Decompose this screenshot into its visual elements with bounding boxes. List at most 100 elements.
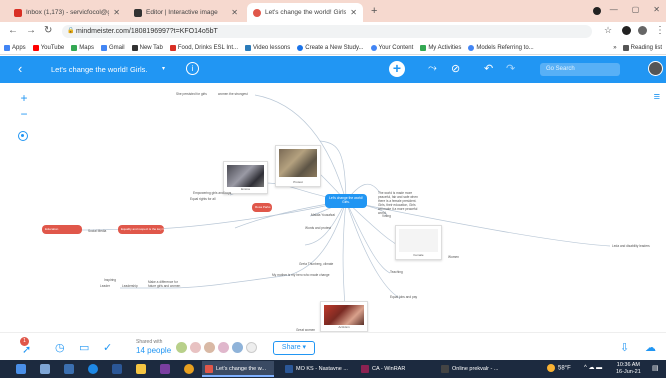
close-window-icon[interactable]: ✕ (653, 5, 660, 14)
bookmark-maps[interactable]: Maps (71, 44, 94, 51)
back-arrow-icon[interactable]: ← (8, 25, 18, 36)
taskbar-item[interactable]: Online prekvalr - ... (438, 361, 514, 377)
tab-mindmeister[interactable]: Let's change the world! Girls - Mi ✕ (247, 3, 363, 22)
bookmark-models[interactable]: Models Referring to... (468, 44, 534, 51)
highlighted-topic[interactable]: Equality and respect is the key for all … (118, 225, 164, 234)
download-icon[interactable]: ⇩ (620, 341, 629, 354)
topic-node[interactable]: Leader (100, 284, 110, 288)
shared-count[interactable]: 14 people (136, 346, 171, 355)
avatar[interactable] (638, 26, 647, 35)
tray-icons[interactable]: ^ ☁ ▬ (584, 364, 602, 371)
mindmap-canvas[interactable]: + − ≡ Let's change the world! Girls. She… (0, 83, 666, 332)
comment-icon[interactable]: ▭ (79, 341, 89, 354)
topic-node[interactable]: Teaching (390, 270, 403, 274)
topic-node[interactable]: Social Media (88, 229, 106, 233)
add-topic-button[interactable]: + (389, 61, 405, 77)
app-icon[interactable] (112, 364, 122, 374)
avatar[interactable] (648, 61, 663, 76)
undo-icon[interactable]: ↶ (484, 62, 493, 75)
topic-node[interactable]: Equal jobs and pay (390, 295, 417, 299)
star-icon[interactable]: ☆ (604, 25, 612, 36)
zoom-out-icon[interactable]: − (19, 107, 29, 121)
image-topic[interactable]: Female (395, 225, 442, 260)
bookmark-youtube[interactable]: YouTube (32, 44, 64, 51)
chrome-icon[interactable] (184, 364, 194, 374)
topic-node[interactable]: Words and protest (305, 226, 331, 230)
bookmark-new-tab[interactable]: New Tab (131, 44, 163, 51)
history-icon[interactable]: ◷ (55, 341, 65, 354)
topic-node[interactable]: Malala Yousafzai (311, 213, 335, 217)
chevron-down-icon[interactable]: ▾ (162, 65, 165, 72)
map-title[interactable]: Let's change the world! Girls. (51, 65, 147, 74)
back-icon[interactable]: ‹ (18, 61, 22, 76)
topic-node[interactable]: Leda and disability leaders (612, 244, 650, 248)
clock[interactable]: 10:36 AM 16-Jun-21 (616, 362, 641, 376)
topic-node[interactable]: Empowering girls and boys (193, 191, 231, 195)
extension-icon[interactable] (622, 26, 631, 35)
block-icon[interactable]: ⊘ (451, 62, 460, 75)
topic-node[interactable]: Women (448, 255, 459, 259)
bookmark-my-activities[interactable]: My Activities (420, 44, 461, 51)
taskbar-item[interactable]: MO KS - Nastavne ... (282, 361, 352, 377)
profile-icon[interactable] (593, 7, 601, 15)
forward-arrow-icon[interactable]: → (26, 25, 36, 36)
topic-node[interactable]: Inspiring (104, 278, 116, 282)
reading-list-button[interactable]: Reading list (622, 45, 662, 51)
bookmark-create-study[interactable]: Create a New Study... (297, 44, 364, 51)
topic-node[interactable]: Voting (382, 214, 391, 218)
image-topic[interactable]: Emma (223, 161, 268, 194)
folder-icon[interactable] (136, 364, 146, 374)
notifications-icon[interactable]: ▤ (652, 364, 659, 372)
search-input[interactable]: Go Search (540, 63, 620, 76)
task-view-icon[interactable] (64, 364, 74, 374)
topic-node[interactable]: My mother is my hero who made change (272, 273, 330, 277)
app-icon[interactable] (160, 364, 170, 374)
more-bookmarks-icon[interactable]: » (613, 45, 616, 51)
close-icon[interactable]: ✕ (113, 8, 120, 17)
edge-icon[interactable] (88, 364, 98, 374)
tab-genially[interactable]: Editor | Interactive image ✕ (128, 3, 244, 22)
zoom-in-icon[interactable]: + (19, 91, 29, 105)
windows-taskbar: Let's change the w... MO KS - Nastavne .… (0, 360, 666, 378)
topic-note[interactable]: The world is made more peaceful, fair an… (378, 191, 418, 215)
weather-widget[interactable]: 58°F (547, 364, 571, 372)
topic-node[interactable]: women the strongest (218, 92, 248, 96)
image-topic[interactable]: Protest (275, 145, 321, 187)
redo-icon[interactable]: ↷ (506, 62, 515, 75)
restore-icon[interactable]: ▢ (632, 5, 640, 14)
close-icon[interactable]: ✕ (350, 8, 357, 17)
reload-icon[interactable]: ↻ (44, 25, 52, 36)
topic-node[interactable]: She persisted for girls (176, 92, 207, 96)
url-field[interactable]: 🔒 mindmeister.com/1808196997?t=KFO14o5bT (62, 25, 592, 38)
bookmark-video-lessons[interactable]: Video lessons (245, 44, 290, 51)
highlighted-topic[interactable]: Rosa Parks (252, 203, 272, 212)
more-people-icon[interactable] (246, 342, 257, 353)
share-button[interactable]: Share ▾ (273, 341, 315, 355)
checkmark-icon[interactable]: ✓ (103, 341, 112, 354)
topic-node[interactable]: Make a difference for future girls and w… (148, 280, 184, 288)
bookmark-food[interactable]: Food, Drinks ESL Int... (169, 44, 238, 51)
bookmark-apps[interactable]: Apps (4, 44, 26, 51)
cloud-icon[interactable]: ☁ (645, 341, 656, 354)
windows-start-icon[interactable] (16, 364, 26, 374)
more-menu-icon[interactable]: ⋮ (655, 25, 665, 36)
hamburger-menu-icon[interactable]: ≡ (654, 91, 660, 103)
minimize-icon[interactable]: — (610, 5, 618, 14)
topic-node[interactable]: Leadership (122, 284, 138, 288)
tab-gmail[interactable]: Inbox (1,173) - servicfocol@gm... ✕ (8, 3, 126, 22)
close-icon[interactable]: ✕ (231, 8, 238, 17)
highlighted-topic[interactable]: Education (42, 225, 82, 234)
taskbar-item[interactable]: Let's change the w... (202, 361, 274, 377)
search-icon[interactable] (40, 364, 50, 374)
new-tab-button[interactable]: + (371, 5, 377, 17)
focus-center-icon[interactable] (18, 131, 28, 141)
connect-icon[interactable]: ⤳ (428, 62, 437, 75)
info-icon[interactable]: i (186, 62, 199, 75)
bookmark-gmail[interactable]: Gmail (100, 44, 125, 51)
taskbar-item[interactable]: CA - WinRAR (358, 361, 424, 377)
topic-node[interactable]: Equal rights for all (190, 197, 216, 201)
image-topic[interactable]: Activism (320, 301, 368, 332)
topic-node[interactable]: Greta Thunberg, climate (299, 262, 333, 266)
bookmark-your-content[interactable]: Your Content (370, 44, 413, 51)
root-topic[interactable]: Let's change the world! Girls. (325, 194, 367, 208)
